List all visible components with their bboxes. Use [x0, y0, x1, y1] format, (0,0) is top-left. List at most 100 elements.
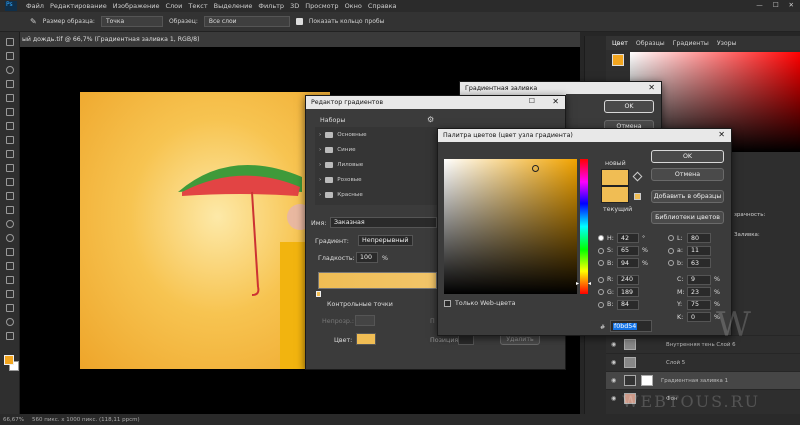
marquee-tool-icon[interactable]: [5, 52, 14, 60]
radio-lab-b[interactable]: [668, 260, 674, 267]
foreground-color-swatch[interactable]: [4, 355, 14, 365]
layer-thumbnail: [624, 357, 636, 368]
layer-row-selected[interactable]: ◉ Градиентная заливка 1: [606, 371, 800, 389]
panel-fg-swatch[interactable]: [612, 54, 624, 66]
close-icon[interactable]: ✕: [648, 83, 655, 92]
shape-tool-icon[interactable]: [5, 290, 14, 298]
preset-folder[interactable]: › Розовые: [315, 172, 437, 187]
history-brush-icon[interactable]: [5, 178, 14, 186]
menu-text[interactable]: Текст: [188, 2, 207, 10]
gradient-type-select[interactable]: Непрерывный: [358, 235, 413, 246]
eyedropper-tool-icon[interactable]: [5, 122, 14, 130]
layer-row[interactable]: ◉ Внутренняя тень Слой 6: [606, 335, 800, 353]
sample-size-select[interactable]: Точка: [100, 16, 163, 27]
zoom-tool-icon[interactable]: [5, 318, 14, 326]
tab-patterns[interactable]: Узоры: [717, 40, 737, 47]
gradient-fill-ok-button[interactable]: OK: [604, 100, 654, 113]
preset-folder[interactable]: › Синие: [315, 142, 437, 157]
layer-row[interactable]: ◉ Слой 5: [606, 353, 800, 371]
frame-tool-icon[interactable]: [5, 108, 14, 116]
tab-swatches[interactable]: Образцы: [636, 40, 665, 47]
maximize-icon[interactable]: ☐: [773, 1, 779, 9]
menu-help[interactable]: Справка: [368, 2, 397, 10]
color-stop-swatch[interactable]: [356, 333, 376, 345]
hand-tool-icon[interactable]: [5, 304, 14, 312]
dodge-tool-icon[interactable]: [5, 234, 14, 242]
radio-a[interactable]: [668, 247, 674, 254]
crop-tool-icon[interactable]: [5, 94, 14, 102]
saturation-brightness-field[interactable]: [444, 159, 577, 294]
radio-r[interactable]: [598, 276, 604, 283]
presets-gear-icon[interactable]: ⚙: [427, 115, 434, 124]
tab-color[interactable]: Цвет: [612, 40, 628, 47]
sample-select[interactable]: Все слои: [203, 16, 290, 27]
quick-select-tool-icon[interactable]: [5, 80, 14, 88]
close-icon[interactable]: ✕: [552, 97, 559, 106]
radio-l[interactable]: [668, 235, 674, 242]
hue-marker-right[interactable]: ◂: [588, 280, 591, 287]
close-icon[interactable]: ✕: [789, 1, 794, 9]
brush-tool-icon[interactable]: [5, 150, 14, 158]
folder-icon: [325, 146, 334, 153]
menu-window[interactable]: Окно: [345, 2, 362, 10]
lasso-tool-icon[interactable]: [5, 66, 14, 74]
minimize-icon[interactable]: —: [756, 1, 763, 9]
healing-tool-icon[interactable]: [5, 136, 14, 144]
type-tool-icon[interactable]: [5, 262, 14, 270]
menu-select[interactable]: Выделение: [214, 2, 253, 10]
radio-blue[interactable]: [598, 301, 604, 308]
stamp-tool-icon[interactable]: [5, 164, 14, 172]
menu-file[interactable]: Файл: [26, 2, 44, 10]
opacity-stop-label: Непрозр.:: [322, 318, 355, 325]
add-to-swatches-button[interactable]: Добавить в образцы: [651, 190, 724, 203]
gradient-preview-bar[interactable]: [318, 272, 437, 289]
name-input[interactable]: Заказная: [330, 217, 437, 228]
pen-tool-icon[interactable]: [5, 248, 14, 256]
hex-input[interactable]: f0bd54: [610, 320, 652, 332]
move-tool-icon[interactable]: [5, 38, 14, 46]
eye-icon[interactable]: ◉: [611, 359, 619, 366]
eye-icon[interactable]: ◉: [611, 341, 619, 348]
preset-folder[interactable]: › Красные: [315, 187, 437, 202]
gradient-tool-icon[interactable]: [5, 206, 14, 214]
show-ring-checkbox[interactable]: [295, 18, 303, 25]
close-icon[interactable]: ✕: [718, 130, 725, 139]
radio-g[interactable]: [598, 289, 604, 296]
opacity-stop-input[interactable]: [355, 315, 375, 326]
radio-h[interactable]: [598, 235, 604, 242]
eyedropper-icon[interactable]: ✎: [30, 17, 37, 26]
eye-icon[interactable]: ◉: [611, 395, 619, 402]
menu-view[interactable]: Просмотр: [305, 2, 338, 10]
picker-ok-button[interactable]: OK: [651, 150, 724, 163]
menu-filter[interactable]: Фильтр: [258, 2, 284, 10]
hue-slider[interactable]: [580, 159, 588, 294]
web-colors-checkbox[interactable]: [444, 300, 451, 307]
menu-edit[interactable]: Редактирование: [50, 2, 107, 10]
blur-tool-icon[interactable]: [5, 220, 14, 228]
menu-image[interactable]: Изображение: [113, 2, 160, 10]
eye-icon[interactable]: ◉: [611, 377, 619, 384]
menu-layers[interactable]: Слои: [165, 2, 182, 10]
field-blue: B: 84: [598, 299, 662, 312]
maximize-icon[interactable]: ☐: [529, 97, 535, 105]
radio-s[interactable]: [598, 247, 604, 254]
web-safe-icon[interactable]: [634, 193, 641, 200]
menu-3d[interactable]: 3D: [290, 2, 299, 10]
document-tab[interactable]: ый дождь.tif @ 66,7% (Градиентная заливк…: [20, 32, 580, 47]
path-select-icon[interactable]: [5, 276, 14, 284]
radio-b[interactable]: [598, 260, 604, 267]
picker-cancel-button[interactable]: Отмена: [651, 168, 724, 181]
tab-gradients[interactable]: Градиенты: [673, 40, 709, 47]
color-stop-left[interactable]: [316, 291, 321, 297]
presets-label: Наборы: [320, 117, 346, 124]
hue-marker-left[interactable]: ▸: [576, 280, 579, 287]
show-ring-label: Показать кольцо пробы: [308, 18, 385, 25]
preset-folder[interactable]: › Основные: [315, 127, 437, 142]
more-tools-icon[interactable]: [5, 332, 14, 340]
color-stop-label: Цвет:: [334, 337, 353, 344]
eraser-tool-icon[interactable]: [5, 192, 14, 200]
preset-folder[interactable]: › Лиловые: [315, 157, 437, 172]
current-color-swatch[interactable]: [601, 186, 629, 203]
smoothness-input[interactable]: 100: [356, 252, 378, 263]
color-libraries-button[interactable]: Библиотеки цветов: [651, 211, 724, 224]
